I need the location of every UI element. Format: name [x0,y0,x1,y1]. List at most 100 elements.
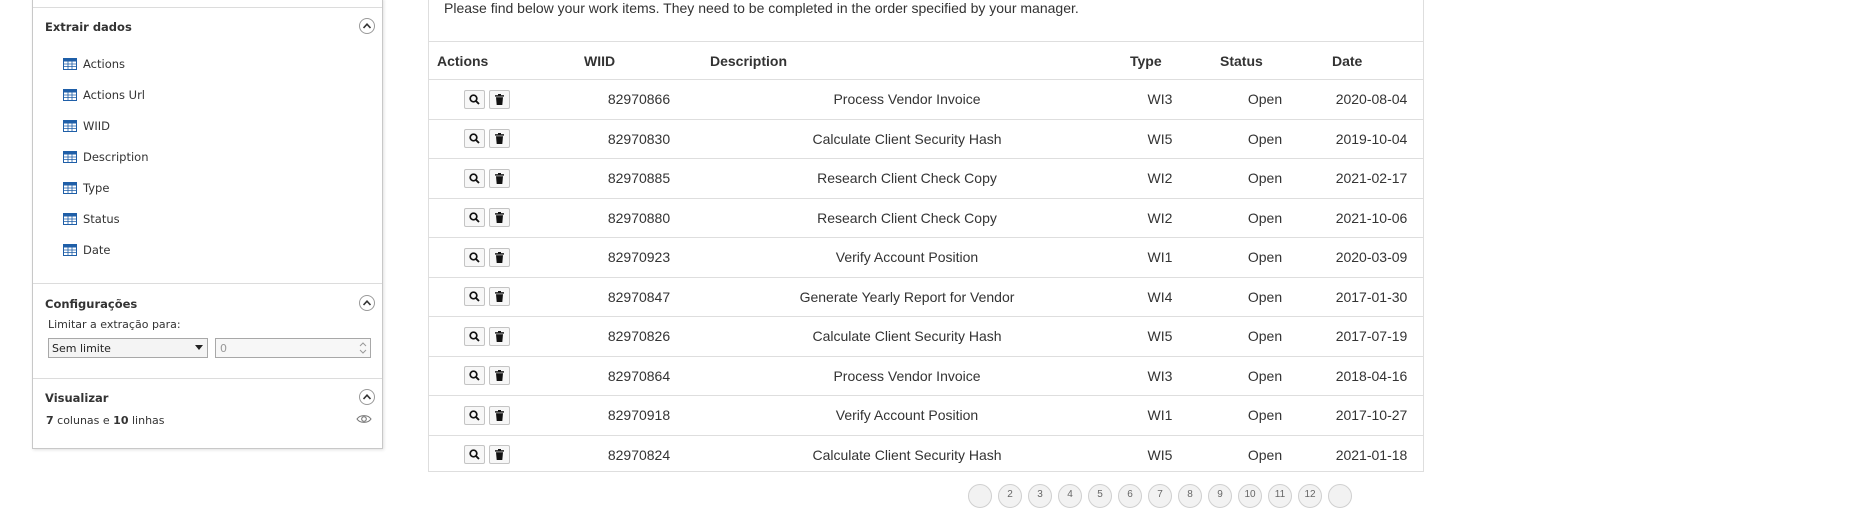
cell-status: Open [1210,316,1320,357]
view-button[interactable] [464,287,485,307]
columns-count: 7 [46,414,54,427]
panel-divider [33,7,382,8]
field-label: Actions [83,57,126,71]
trash-icon [495,212,504,224]
view-button[interactable] [464,129,485,149]
page-button[interactable]: 3 [1028,484,1052,508]
delete-button[interactable] [489,326,510,346]
limit-select[interactable]: Sem limite [48,338,208,358]
trash-icon [495,291,504,303]
cell-date: 2021-02-17 [1320,158,1423,199]
field-item[interactable]: Actions [63,55,125,73]
search-icon [469,331,480,342]
delete-button[interactable] [489,405,510,425]
page-button[interactable]: 5 [1088,484,1112,508]
cell-description: Calculate Client Security Hash [704,316,1110,357]
page-button[interactable]: 9 [1208,484,1232,508]
view-button[interactable] [464,89,485,109]
view-button[interactable] [464,445,485,465]
eye-icon[interactable] [356,413,372,425]
delete-button[interactable] [489,129,510,149]
page-button[interactable]: 8 [1178,484,1202,508]
cell-wiid: 82970923 [574,237,704,278]
row-actions [429,356,574,396]
trash-icon [495,449,504,461]
cell-wiid: 82970880 [574,198,704,238]
spinner-arrows-icon[interactable] [359,341,367,355]
table-row: 82970824 Calculate Client Security Hash WI… [429,435,1423,474]
cell-type: WI1 [1110,237,1210,278]
delete-button[interactable] [489,89,510,109]
row-actions [429,158,574,199]
view-button[interactable] [464,208,485,228]
cell-date: 2017-10-27 [1320,395,1423,436]
trash-icon [495,133,504,145]
field-item[interactable]: WIID [63,117,110,135]
table-column-icon [63,151,77,163]
cell-date: 2020-03-09 [1320,237,1423,278]
page-button[interactable]: 10 [1238,484,1262,508]
cell-type: WI3 [1110,356,1210,396]
cell-wiid: 82970885 [574,158,704,199]
field-label: Date [83,243,111,257]
page-prev-button[interactable] [968,484,992,508]
extract-collapse-button[interactable] [359,18,375,34]
page-button[interactable]: 12 [1298,484,1322,508]
table-column-icon [63,244,77,256]
row-actions [429,395,574,436]
table-row: 82970864 Process Vendor Invoice WI3 Open 201… [429,356,1423,396]
view-button[interactable] [464,247,485,267]
table-row: 82970918 Verify Account Position WI1 Open 20… [429,395,1423,436]
delete-button[interactable] [489,208,510,228]
table-row: 82970847 Generate Yearly Report for Vendo… [429,277,1423,317]
preview-section-title: Visualizar [45,391,109,405]
cell-type: WI1 [1110,395,1210,436]
page-button[interactable]: 4 [1058,484,1082,508]
field-item[interactable]: Date [63,241,111,259]
work-items-table: Actions WIID Description Type Status Dat… [428,41,1424,472]
page-button[interactable]: 6 [1118,484,1142,508]
cell-date: 2019-10-04 [1320,119,1423,159]
page-button[interactable]: 2 [998,484,1022,508]
page-button[interactable]: 7 [1148,484,1172,508]
search-icon [469,449,480,460]
delete-button[interactable] [489,366,510,386]
trash-icon [495,409,504,421]
cell-status: Open [1210,158,1320,199]
field-item[interactable]: Type [63,179,109,197]
cell-type: WI5 [1110,119,1210,159]
field-item[interactable]: Status [63,210,120,228]
column-header-type: Type [1110,42,1210,80]
table-row: 82970830 Calculate Client Security Hash WI… [429,119,1423,159]
field-item[interactable]: Description [63,148,149,166]
cell-description: Generate Yearly Report for Vendor [704,277,1110,317]
view-button[interactable] [464,366,485,386]
delete-button[interactable] [489,247,510,267]
delete-button[interactable] [489,168,510,188]
field-label: WIID [83,119,111,133]
page-next-button[interactable] [1328,484,1352,508]
row-actions [429,316,574,357]
search-icon [469,370,480,381]
page-button[interactable]: 11 [1268,484,1292,508]
view-button[interactable] [464,405,485,425]
view-button[interactable] [464,168,485,188]
limit-number-input[interactable]: 0 [215,338,371,358]
field-item[interactable]: Actions Url [63,86,145,104]
cell-description: Calculate Client Security Hash [704,119,1110,159]
chevron-up-icon [363,23,371,29]
cell-wiid: 82970826 [574,316,704,357]
config-collapse-button[interactable] [359,295,375,311]
view-button[interactable] [464,326,485,346]
table-header-row: Actions WIID Description Type Status Dat… [429,42,1423,80]
extraction-panel: Extrair dados Actions Actions Url WIID Desc… [32,0,383,449]
search-icon [469,133,480,144]
table-column-icon [63,213,77,225]
column-header-status: Status [1210,42,1320,80]
trash-icon [495,330,504,342]
preview-collapse-button[interactable] [359,389,375,405]
delete-button[interactable] [489,445,510,465]
panel-divider [33,283,382,284]
delete-button[interactable] [489,287,510,307]
cell-wiid: 82970830 [574,119,704,159]
